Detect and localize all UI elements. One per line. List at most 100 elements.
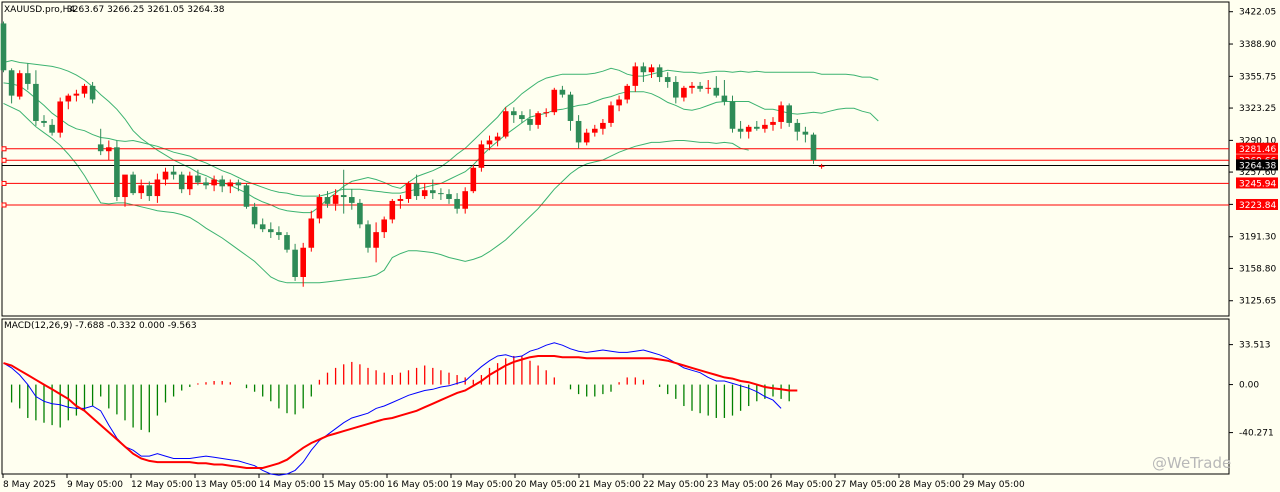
candle-body[interactable]: [567, 94, 574, 121]
candle-body[interactable]: [97, 144, 104, 152]
candle-body[interactable]: [494, 136, 501, 141]
candle-body[interactable]: [446, 194, 452, 199]
candle-body[interactable]: [762, 124, 768, 129]
candle-body[interactable]: [381, 219, 387, 233]
candle-body[interactable]: [41, 120, 47, 123]
candle-body[interactable]: [259, 224, 266, 230]
candle-body[interactable]: [178, 174, 185, 190]
candle-body[interactable]: [332, 195, 339, 204]
candle-body[interactable]: [502, 111, 509, 137]
candle-body[interactable]: [243, 185, 250, 207]
candle-body[interactable]: [251, 206, 258, 225]
candle-body[interactable]: [268, 229, 274, 233]
candle-body[interactable]: [689, 85, 695, 88]
candle-body[interactable]: [600, 122, 606, 129]
price-level-handle[interactable]: [1, 157, 7, 163]
candle-body[interactable]: [470, 167, 477, 192]
candle-body[interactable]: [122, 174, 128, 198]
candle-body[interactable]: [106, 147, 112, 152]
candle-body[interactable]: [778, 105, 784, 122]
candle-body[interactable]: [802, 131, 809, 135]
candle-body[interactable]: [235, 182, 242, 186]
candle-body[interactable]: [8, 70, 15, 96]
candle-body[interactable]: [357, 202, 363, 225]
candle-body[interactable]: [421, 190, 428, 197]
candle-body[interactable]: [794, 122, 801, 132]
candle-body[interactable]: [25, 73, 31, 84]
candle-body[interactable]: [170, 171, 177, 175]
candle-body[interactable]: [219, 179, 225, 187]
candle-body[interactable]: [810, 134, 817, 160]
candle-body[interactable]: [73, 93, 80, 96]
candle-body[interactable]: [656, 67, 663, 78]
candle-body[interactable]: [130, 174, 136, 194]
candle-body[interactable]: [640, 66, 647, 73]
candle-body[interactable]: [195, 175, 201, 183]
candle-body[interactable]: [81, 85, 88, 94]
candle-body[interactable]: [292, 249, 298, 277]
candle-body[interactable]: [770, 121, 776, 125]
candle-body[interactable]: [721, 95, 728, 102]
candle-body[interactable]: [559, 89, 566, 95]
candle-body[interactable]: [705, 87, 711, 89]
candle-body[interactable]: [527, 119, 533, 125]
candle-body[interactable]: [786, 105, 792, 123]
candle-body[interactable]: [89, 85, 96, 100]
candle-body[interactable]: [648, 67, 655, 73]
candle-body[interactable]: [114, 147, 120, 198]
candle-body[interactable]: [284, 235, 290, 250]
candle-body[interactable]: [592, 128, 598, 133]
candle-body[interactable]: [583, 132, 590, 143]
candle-body[interactable]: [664, 77, 671, 82]
candle-body[interactable]: [454, 198, 460, 209]
candle-body[interactable]: [632, 66, 639, 86]
candle-body[interactable]: [673, 81, 679, 98]
candle-body[interactable]: [462, 191, 468, 209]
candle-body[interactable]: [187, 175, 193, 190]
candle-body[interactable]: [57, 101, 63, 133]
candle-body[interactable]: [478, 144, 485, 168]
candle-body[interactable]: [754, 126, 760, 129]
candle-body[interactable]: [737, 128, 744, 132]
candle-body[interactable]: [543, 112, 549, 114]
candle-body[interactable]: [316, 197, 323, 219]
candle-body[interactable]: [535, 113, 541, 125]
candle-body[interactable]: [745, 126, 752, 132]
candle-body[interactable]: [575, 120, 582, 143]
trading-chart[interactable]: 3422.053388.903355.753323.253290.103257.…: [0, 0, 1280, 492]
candle-body[interactable]: [681, 87, 687, 98]
price-level-handle[interactable]: [1, 146, 7, 152]
candle-body[interactable]: [616, 99, 622, 106]
candle-body[interactable]: [397, 198, 404, 201]
candle-body[interactable]: [624, 85, 630, 100]
candle-body[interactable]: [405, 183, 412, 199]
candle-body[interactable]: [697, 85, 703, 89]
candle-body[interactable]: [308, 218, 315, 248]
candle-body[interactable]: [138, 185, 144, 194]
candle-body[interactable]: [340, 195, 347, 198]
candle-body[interactable]: [324, 197, 331, 204]
price-level-handle[interactable]: [1, 180, 7, 186]
candle-body[interactable]: [608, 105, 614, 123]
candle-body[interactable]: [365, 224, 371, 248]
candle-body[interactable]: [227, 182, 234, 187]
candle-body[interactable]: [0, 23, 7, 71]
candle-body[interactable]: [162, 171, 169, 180]
candle-body[interactable]: [349, 197, 355, 203]
candle-body[interactable]: [276, 232, 282, 236]
candle-body[interactable]: [65, 95, 72, 102]
candle-body[interactable]: [16, 73, 23, 97]
candle-body[interactable]: [519, 115, 525, 120]
candle-body[interactable]: [430, 190, 436, 194]
candle-body[interactable]: [551, 89, 558, 113]
candle-body[interactable]: [413, 183, 420, 197]
candle-body[interactable]: [211, 179, 217, 186]
candle-body[interactable]: [203, 182, 209, 186]
candle-body[interactable]: [300, 247, 306, 277]
candle-body[interactable]: [438, 193, 444, 195]
candle-body[interactable]: [713, 87, 720, 96]
candle-body[interactable]: [486, 140, 493, 145]
candle-body[interactable]: [818, 165, 825, 167]
candle-body[interactable]: [146, 185, 153, 197]
candle-body[interactable]: [389, 200, 396, 220]
